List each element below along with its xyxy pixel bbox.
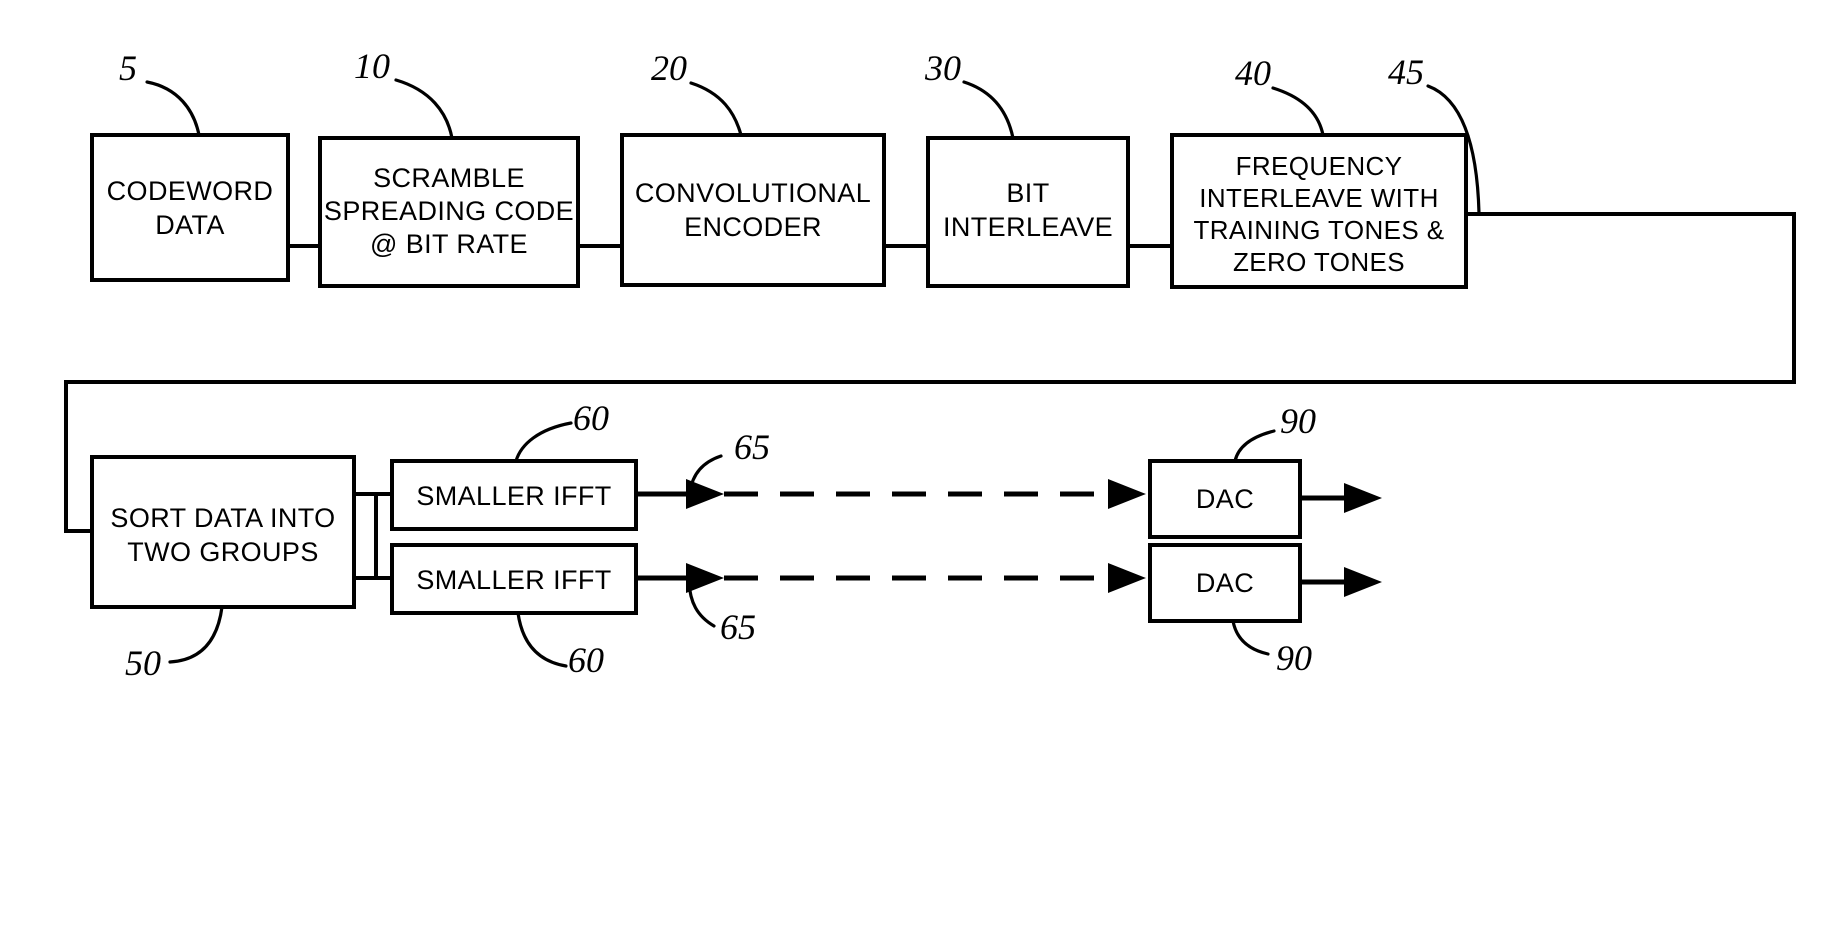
block-codeword-data-line2: DATA — [155, 210, 225, 240]
refnum-45: 45 — [1388, 52, 1424, 92]
block-frequency-interleave: FREQUENCY INTERLEAVE WITH TRAINING TONES… — [1170, 133, 1468, 289]
block-smaller-ifft-top: SMALLER IFFT — [390, 459, 638, 531]
block-smaller-ifft-bottom: SMALLER IFFT — [390, 543, 638, 615]
refnum-40: 40 — [1235, 53, 1271, 93]
block-frequency-interleave-line4: ZERO TONES — [1233, 247, 1405, 277]
block-convolutional-encoder: CONVOLUTIONAL ENCODER — [620, 133, 886, 287]
leader-90-top — [1233, 429, 1276, 463]
refnum-5: 5 — [119, 48, 137, 88]
leader-60-bottom — [516, 611, 568, 668]
block-scramble-line2: SPREADING CODE — [324, 196, 574, 226]
block-bit-interleave: BIT INTERLEAVE — [926, 136, 1130, 288]
refnum-65-bottom: 65 — [720, 607, 756, 647]
block-sort-data-line1: SORT DATA INTO — [110, 503, 335, 533]
refnum-60-bottom: 60 — [568, 640, 604, 680]
block-frequency-interleave-line1: FREQUENCY — [1236, 151, 1403, 181]
block-dac-bottom: DAC — [1148, 543, 1302, 623]
block-codeword-data-line1: CODEWORD — [107, 176, 274, 206]
block-dac-bottom-label: DAC — [1196, 568, 1254, 598]
arrowhead-ifft-bottom-output — [686, 563, 724, 593]
leader-50 — [168, 605, 224, 664]
wire-sort-branch-vertical — [354, 492, 378, 580]
block-diagram: CODEWORD DATA SCRAMBLE SPREADING CODE @ … — [64, 46, 1796, 683]
block-bit-interleave-line1: BIT — [1006, 178, 1049, 208]
leader-60-top — [514, 421, 573, 463]
leader-5 — [145, 80, 201, 137]
block-sort-data-line2: TWO GROUPS — [127, 537, 319, 567]
block-sort-data: SORT DATA INTO TWO GROUPS — [90, 455, 356, 609]
refnum-20: 20 — [651, 48, 687, 88]
block-frequency-interleave-line2: INTERLEAVE WITH — [1199, 183, 1439, 213]
arrowhead-dac-top-output — [1344, 483, 1382, 513]
block-codeword-data-rect — [90, 133, 290, 282]
block-bit-interleave-line2: INTERLEAVE — [943, 212, 1113, 242]
leader-20 — [689, 81, 743, 137]
block-frequency-interleave-line3: TRAINING TONES & — [1193, 215, 1444, 245]
leader-90-bottom — [1231, 619, 1270, 656]
block-scramble-line3: @ BIT RATE — [370, 229, 528, 259]
refnum-90-bottom: 90 — [1276, 638, 1312, 678]
refnum-50: 50 — [125, 643, 161, 683]
block-smaller-ifft-top-label: SMALLER IFFT — [416, 481, 611, 511]
block-smaller-ifft-bottom-label: SMALLER IFFT — [416, 565, 611, 595]
refnum-10: 10 — [354, 46, 390, 86]
refnum-60-top: 60 — [573, 398, 609, 438]
refnum-90-top: 90 — [1280, 401, 1316, 441]
block-scramble-line1: SCRAMBLE — [373, 163, 525, 193]
block-scramble: SCRAMBLE SPREADING CODE @ BIT RATE — [318, 136, 580, 288]
arrowhead-dac-bottom-input — [1108, 563, 1146, 593]
leader-40 — [1271, 86, 1325, 137]
block-convolutional-encoder-rect — [620, 133, 886, 287]
leader-10 — [394, 78, 454, 140]
refnum-30: 30 — [924, 48, 961, 88]
refnum-65-top: 65 — [734, 427, 770, 467]
figure-canvas: CODEWORD DATA SCRAMBLE SPREADING CODE @ … — [0, 0, 1832, 933]
arrowhead-dac-bottom-output — [1344, 567, 1382, 597]
block-dac-top: DAC — [1148, 459, 1302, 539]
block-convolutional-encoder-line2: ENCODER — [684, 212, 822, 242]
block-codeword-data: CODEWORD DATA — [90, 133, 290, 282]
block-dac-top-label: DAC — [1196, 484, 1254, 514]
block-convolutional-encoder-line1: CONVOLUTIONAL — [635, 178, 871, 208]
leader-30 — [962, 80, 1015, 140]
arrowhead-dac-top-input — [1108, 479, 1146, 509]
